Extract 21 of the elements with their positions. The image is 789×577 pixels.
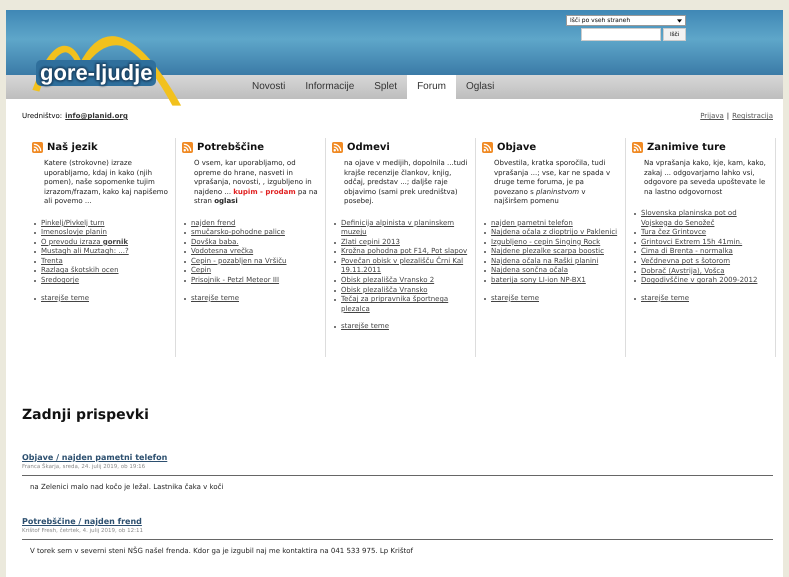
nav-tab[interactable]: Forum (407, 75, 456, 99)
site-logo[interactable]: gore-ljudje (36, 60, 156, 86)
forum-category-title[interactable]: Naš jezik (47, 142, 98, 153)
search-field[interactable] (581, 28, 661, 41)
nav-tab[interactable]: Novosti (242, 75, 296, 99)
rss-icon[interactable] (632, 142, 643, 153)
section-heading: Zadnji prispevki (22, 407, 150, 423)
rss-icon[interactable] (32, 142, 43, 153)
nav-tab[interactable]: Oglasi (456, 75, 504, 99)
rss-icon[interactable] (332, 142, 343, 153)
nav-tab[interactable]: Informacije (295, 75, 364, 99)
post-title-link[interactable]: Potrebščine / najden frend (22, 517, 142, 526)
forum-category-title[interactable]: Zanimive ture (647, 142, 726, 153)
rss-icon[interactable] (182, 142, 193, 153)
caret-icon (677, 18, 682, 22)
nav-tab[interactable]: Splet (364, 75, 408, 99)
forum-category-title[interactable]: Potrebščine (197, 142, 264, 153)
post-title-link[interactable]: Objave / najden pametni telefon (22, 453, 168, 462)
forum-category-title[interactable]: Odmevi (347, 142, 390, 153)
forum-category-title[interactable]: Objave (497, 142, 536, 153)
rss-icon[interactable] (482, 142, 493, 153)
